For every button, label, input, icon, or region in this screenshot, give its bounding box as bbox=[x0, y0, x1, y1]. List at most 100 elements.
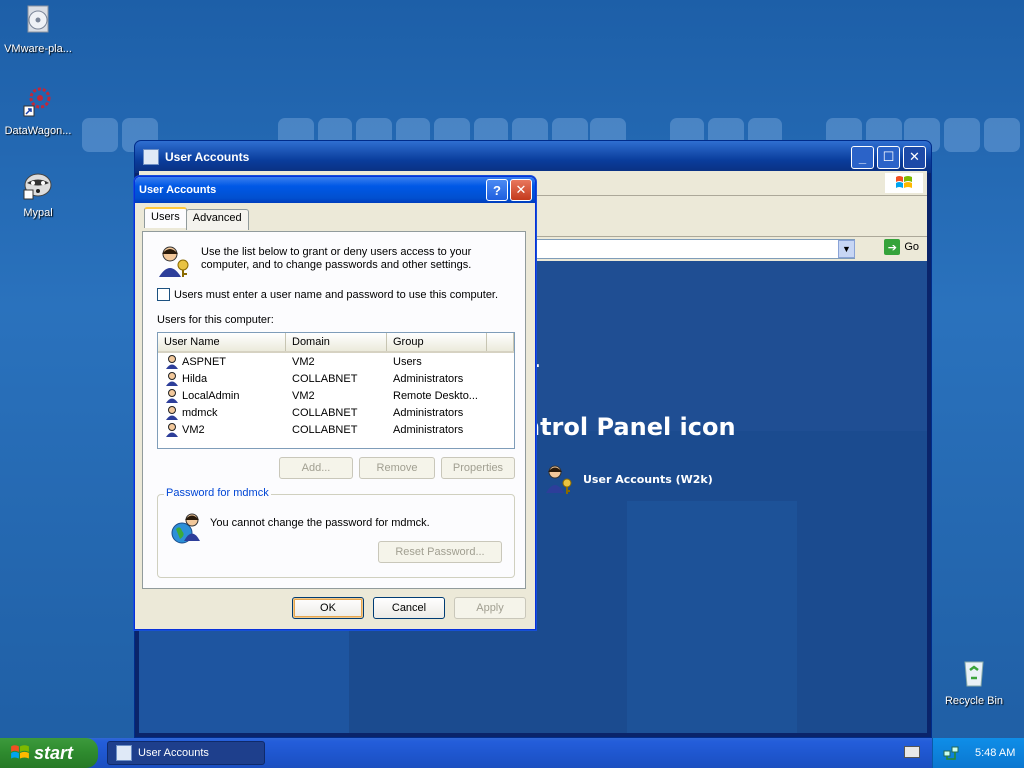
users-keys-icon bbox=[546, 465, 572, 494]
cell-domain: COLLABNET bbox=[292, 423, 358, 436]
dialog-title: User Accounts bbox=[139, 184, 217, 196]
table-row[interactable]: Hilda COLLABNET Administrators bbox=[158, 370, 514, 387]
close-icon: ✕ bbox=[909, 149, 920, 164]
minimize-icon: _ bbox=[858, 149, 867, 165]
help-button[interactable]: ? bbox=[486, 179, 508, 201]
table-row[interactable]: VM2 COLLABNET Administrators bbox=[158, 421, 514, 438]
column-header-spacer bbox=[487, 333, 514, 351]
clock[interactable]: 5:48 AM bbox=[975, 747, 1015, 759]
intro-section: Use the list below to grant or deny user… bbox=[157, 244, 491, 278]
taskbar-button-label: User Accounts bbox=[138, 747, 209, 759]
password-message: You cannot change the password for mdmck… bbox=[210, 517, 430, 529]
cell-domain: COLLABNET bbox=[292, 406, 358, 419]
properties-button[interactable]: Properties bbox=[441, 457, 515, 479]
desktop-decoration bbox=[944, 118, 980, 152]
minimize-button[interactable]: _ bbox=[851, 145, 874, 169]
reset-password-button[interactable]: Reset Password... bbox=[378, 541, 502, 563]
password-group-label: Password for mdmck bbox=[164, 487, 271, 499]
dialog-close-button[interactable]: ✕ bbox=[510, 179, 532, 201]
require-password-option[interactable]: Users must enter a user name and passwor… bbox=[157, 288, 498, 301]
start-label: start bbox=[34, 742, 74, 763]
desktop-icon-mypal[interactable]: Mypal bbox=[0, 168, 78, 219]
desktop-icon-datawagon[interactable]: DataWagon... bbox=[0, 86, 78, 137]
users-tab-panel: Use the list below to grant or deny user… bbox=[142, 231, 526, 589]
cell-group: Users bbox=[393, 355, 422, 368]
user-globe-icon bbox=[171, 513, 200, 544]
user-accounts-w2k-link[interactable]: User Accounts (W2k) bbox=[543, 463, 713, 495]
go-label: Go bbox=[904, 241, 919, 253]
windows-logo-icon bbox=[885, 173, 923, 193]
cell-user-name: Hilda bbox=[182, 372, 208, 385]
tab-strip: Users Advanced bbox=[144, 207, 249, 230]
close-button[interactable]: ✕ bbox=[903, 145, 926, 169]
cell-user-name: VM2 bbox=[182, 423, 205, 436]
item-label: User Accounts (W2k) bbox=[583, 472, 713, 486]
require-password-checkbox[interactable] bbox=[157, 288, 170, 301]
apply-button[interactable]: Apply bbox=[454, 597, 526, 619]
column-header-group[interactable]: Group bbox=[387, 333, 487, 351]
tab-users[interactable]: Users bbox=[144, 207, 187, 228]
users-list[interactable]: User Name Domain Group ASPNET VM2 Users … bbox=[157, 332, 515, 449]
desktop-icon-label: Mypal bbox=[23, 207, 53, 219]
desktop-icon-recycle-bin[interactable]: Recycle Bin bbox=[934, 656, 1014, 707]
user-icon bbox=[166, 371, 178, 386]
desktop-icon-label: VMware-pla... bbox=[4, 43, 72, 55]
go-button[interactable]: ➔ Go bbox=[884, 239, 919, 255]
window-title: User Accounts bbox=[165, 150, 250, 164]
window-app-icon bbox=[143, 149, 159, 165]
system-tray: 5:48 AM bbox=[932, 738, 1024, 768]
user-accounts-dialog: User Accounts ? ✕ Users Advanced Use the… bbox=[134, 176, 536, 630]
address-dropdown-button[interactable]: ▼ bbox=[838, 240, 855, 258]
table-row[interactable]: mdmck COLLABNET Administrators bbox=[158, 404, 514, 421]
cell-domain: VM2 bbox=[292, 355, 315, 368]
start-button[interactable]: start bbox=[0, 738, 98, 768]
cell-user-name: LocalAdmin bbox=[182, 389, 240, 402]
window-app-icon bbox=[116, 745, 132, 761]
cell-group: Remote Deskto... bbox=[393, 389, 478, 402]
cancel-button[interactable]: Cancel bbox=[373, 597, 445, 619]
user-icon bbox=[166, 422, 178, 437]
user-icon bbox=[166, 388, 178, 403]
users-keys-icon bbox=[159, 246, 189, 277]
windows-flag-icon bbox=[896, 176, 912, 188]
cell-user-name: ASPNET bbox=[182, 355, 227, 368]
taskbar-button-user-accounts[interactable]: User Accounts bbox=[107, 741, 265, 765]
users-list-label: Users for this computer: bbox=[157, 314, 274, 326]
network-icon[interactable] bbox=[943, 745, 959, 761]
password-info: You cannot change the password for mdmck… bbox=[170, 511, 430, 545]
maximize-icon: ☐ bbox=[882, 149, 895, 164]
cell-group: Administrators bbox=[393, 423, 464, 436]
close-icon: ✕ bbox=[515, 182, 527, 197]
windows-logo-icon bbox=[11, 745, 29, 759]
intro-text: Use the list below to grant or deny user… bbox=[201, 246, 472, 271]
ok-button[interactable]: OK bbox=[292, 597, 364, 619]
dialog-titlebar[interactable]: User Accounts ? ✕ bbox=[135, 177, 535, 203]
keyboard-icon[interactable] bbox=[904, 746, 920, 758]
desktop-icon-label: Recycle Bin bbox=[944, 695, 1004, 707]
checkbox-label: Users must enter a user name and passwor… bbox=[174, 288, 499, 301]
column-header-domain[interactable]: Domain bbox=[286, 333, 387, 351]
desktop-icon-label: DataWagon... bbox=[4, 125, 72, 137]
go-arrow-icon: ➔ bbox=[884, 239, 901, 255]
maximize-button[interactable]: ☐ bbox=[877, 145, 900, 169]
desktop-decoration bbox=[82, 118, 118, 152]
taskbar: start User Accounts 5:48 AM bbox=[0, 738, 1024, 768]
desktop-icon-vmware[interactable]: VMware-pla... bbox=[0, 4, 78, 55]
window-titlebar[interactable]: User Accounts _ ☐ ✕ bbox=[135, 141, 931, 173]
cell-domain: COLLABNET bbox=[292, 372, 358, 385]
table-row[interactable]: LocalAdmin VM2 Remote Deskto... bbox=[158, 387, 514, 404]
cell-user-name: mdmck bbox=[182, 406, 218, 419]
recycle-bin-icon bbox=[964, 661, 984, 687]
add-user-button[interactable]: Add... bbox=[279, 457, 353, 479]
chevron-down-icon: ▼ bbox=[842, 244, 851, 254]
raccoon-icon bbox=[23, 173, 52, 200]
user-icon bbox=[166, 405, 178, 420]
password-group: Password for mdmck You cannot change the… bbox=[157, 487, 515, 578]
cd-installer-icon bbox=[27, 5, 49, 33]
remove-user-button[interactable]: Remove bbox=[359, 457, 435, 479]
cell-group: Administrators bbox=[393, 372, 464, 385]
content-panel bbox=[627, 501, 797, 733]
column-header-user-name[interactable]: User Name bbox=[158, 333, 286, 351]
tab-advanced[interactable]: Advanced bbox=[185, 209, 249, 230]
table-row[interactable]: ASPNET VM2 Users bbox=[158, 353, 514, 370]
